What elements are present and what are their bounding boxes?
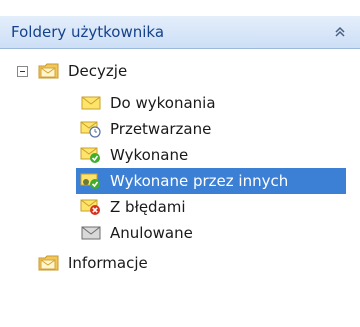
tree-item-wykonane-przez-innych[interactable]: Wykonane przez innych (76, 168, 346, 194)
tree-item-label: Decyzje (68, 62, 128, 80)
tree-item-do-wykonania[interactable]: Do wykonania (80, 90, 216, 116)
envelope-gray-icon (80, 223, 102, 243)
collapse-decyzje-toggle[interactable] (17, 66, 28, 77)
tree-item-informacje[interactable]: Informacje (38, 250, 148, 276)
tree-item-anulowane[interactable]: Anulowane (80, 220, 193, 246)
envelope-error-icon (80, 197, 102, 217)
tree-item-label: Przetwarzane (110, 120, 212, 138)
folder-mail-icon (38, 61, 60, 81)
pane-title: Foldery użytkownika (11, 23, 165, 41)
tree-item-z-bledami[interactable]: Z błędami (80, 194, 186, 220)
tree-item-przetwarzane[interactable]: Przetwarzane (80, 116, 211, 142)
tree-item-label: Wykonane (110, 146, 189, 164)
collapse-button[interactable] (330, 22, 350, 42)
pane-header: Foldery użytkownika (0, 16, 360, 49)
envelope-check-users-icon (80, 171, 102, 191)
tree-item-decyzje[interactable]: Decyzje (38, 58, 127, 84)
tree-item-label: Z błędami (110, 198, 186, 216)
folder-mail-icon (38, 253, 60, 273)
envelope-check-icon (80, 145, 102, 165)
envelope-icon (80, 93, 102, 113)
tree-item-wykonane[interactable]: Wykonane (80, 142, 188, 168)
tree-item-label: Informacje (68, 254, 148, 272)
tree-item-label: Wykonane przez innych (110, 172, 289, 190)
envelope-clock-icon (80, 119, 102, 139)
user-folders-pane: Foldery użytkownika Decyzje Do wykonania… (0, 0, 360, 327)
tree-item-label: Anulowane (110, 224, 193, 242)
double-chevron-up-icon (335, 26, 345, 37)
tree-item-label: Do wykonania (110, 94, 216, 112)
